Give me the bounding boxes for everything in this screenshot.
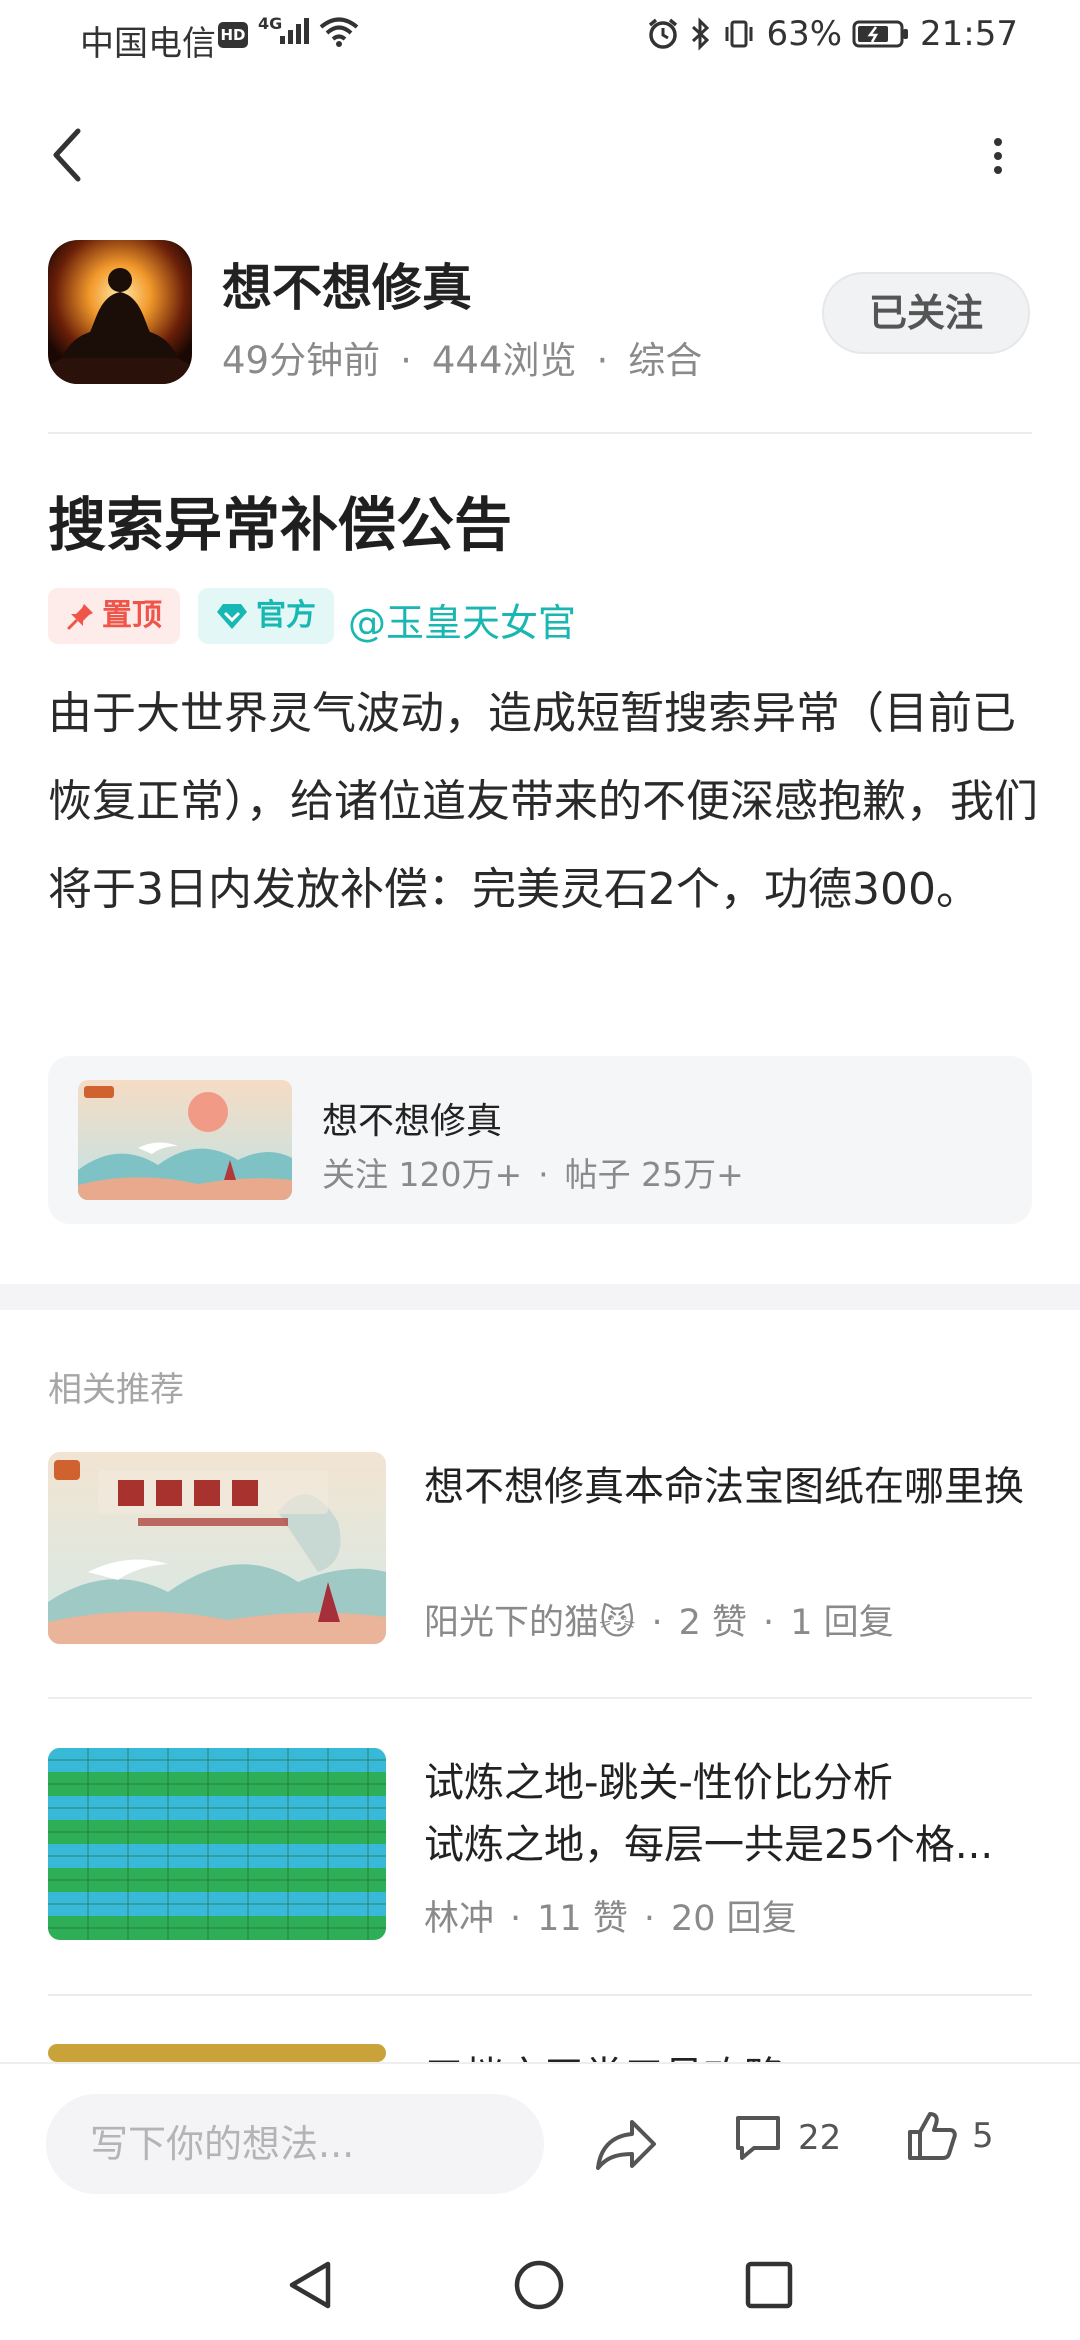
- related-replies: 1 回复: [790, 1603, 894, 1643]
- forum-posts: 帖子 25万+: [564, 1155, 744, 1194]
- meta-separator: ·: [596, 339, 609, 382]
- comment-count: 22: [798, 2118, 842, 2158]
- meta-separator: ·: [763, 1603, 775, 1643]
- related-meta: 林冲 · 11 赞 · 20 回复: [424, 1890, 797, 1941]
- share-icon[interactable]: [594, 2114, 658, 2174]
- pin-icon: [67, 604, 93, 630]
- divider: [48, 432, 1032, 434]
- related-title[interactable]: 想不想修真本命法宝图纸在哪里换: [424, 1456, 1036, 1518]
- like-count: 5: [972, 2116, 994, 2156]
- hd-badge: HD: [218, 22, 248, 48]
- related-snippet: 试炼之地，每层一共是25个格...: [424, 1822, 994, 1868]
- meta-separator: ·: [400, 339, 412, 382]
- battery-percent: 63%: [766, 14, 843, 54]
- diamond-check-icon: [217, 604, 247, 629]
- meditating-figure-icon: [48, 240, 192, 384]
- post-category[interactable]: 综合: [628, 339, 702, 382]
- bottom-action-bar: 22 5: [0, 2062, 1080, 2226]
- bluetooth-icon: [692, 17, 710, 51]
- forum-followers: 关注 120万+: [322, 1155, 523, 1194]
- wifi-icon: [319, 17, 359, 47]
- related-likes: 2 赞: [678, 1603, 748, 1643]
- system-navigation-bar: [0, 2226, 1080, 2340]
- forum-thumbnail: [78, 1080, 292, 1200]
- vibrate-icon: [725, 20, 753, 48]
- related-heading: 相关推荐: [48, 1370, 184, 1410]
- nav-recents-icon[interactable]: [744, 2260, 794, 2310]
- clock: 21:57: [920, 14, 1018, 54]
- related-replies: 20 回复: [670, 1899, 797, 1939]
- post-time: 49分钟前: [222, 339, 381, 382]
- status-bar: 中国电信 HD 4G 63% 21:57: [0, 0, 1080, 76]
- alarm-icon: [649, 18, 678, 49]
- related-likes: 11 赞: [537, 1899, 628, 1939]
- divider: [48, 1697, 1032, 1699]
- related-thumbnail[interactable]: [48, 2044, 386, 2062]
- forum-name: 想不想修真: [322, 1101, 503, 1142]
- related-title-block[interactable]: 试炼之地-跳关-性价比分析 试炼之地，每层一共是25个格...: [424, 1752, 1036, 1876]
- comment-button[interactable]: 22: [732, 2112, 841, 2164]
- post-meta: 49分钟前 · 444浏览 · 综合: [222, 330, 702, 384]
- like-button[interactable]: 5: [906, 2110, 994, 2162]
- post-title: 搜索异常补偿公告: [48, 491, 513, 559]
- related-title[interactable]: 三档充天堂三号攻略: [424, 2046, 1036, 2062]
- related-thumbnail[interactable]: [48, 1452, 386, 1644]
- comment-icon: [736, 2116, 780, 2160]
- back-arrow-icon[interactable]: [46, 125, 86, 185]
- forum-stats: 关注 120万+ · 帖子 25万+: [322, 1148, 744, 1196]
- forum-card[interactable]: 想不想修真 关注 120万+ · 帖子 25万+: [48, 1056, 1032, 1224]
- mention-link[interactable]: @玉皇天女官: [348, 592, 576, 647]
- author-name[interactable]: 想不想修真: [222, 248, 472, 320]
- status-right: 63% 21:57: [646, 14, 1018, 54]
- carrier-label: 中国电信: [80, 24, 216, 64]
- more-options-icon[interactable]: [990, 136, 1006, 176]
- battery-icon: [852, 20, 909, 48]
- post-views: 444浏览: [431, 339, 577, 382]
- related-title: 试炼之地-跳关-性价比分析: [424, 1760, 893, 1806]
- related-author[interactable]: 阳光下的猫😼: [424, 1603, 636, 1643]
- related-author[interactable]: 林冲: [424, 1899, 494, 1939]
- nav-back-icon[interactable]: [286, 2258, 336, 2312]
- official-tag-label: 官方: [256, 598, 316, 633]
- related-meta: 阳光下的猫😼 · 2 赞 · 1 回复: [424, 1594, 894, 1645]
- official-tag: 官方: [198, 588, 334, 644]
- divider: [48, 1994, 1032, 1996]
- related-thumbnail[interactable]: [48, 1748, 386, 1940]
- meta-separator: ·: [651, 1603, 663, 1643]
- section-separator: [0, 1284, 1080, 1310]
- meta-separator: ·: [510, 1899, 522, 1939]
- pinned-tag: 置顶: [48, 588, 180, 644]
- nav-home-icon[interactable]: [512, 2258, 566, 2312]
- author-avatar[interactable]: [48, 240, 192, 384]
- post-content: 由于大世界灵气波动，造成短暂搜索异常（目前已恢复正常），给诸位道友带来的不便深感…: [48, 688, 1038, 915]
- meta-separator: ·: [538, 1155, 549, 1194]
- comment-input[interactable]: [46, 2094, 544, 2194]
- meta-separator: ·: [643, 1899, 655, 1939]
- thumbs-up-icon: [908, 2112, 957, 2160]
- signal-icon: [280, 18, 309, 44]
- pinned-tag-label: 置顶: [102, 598, 162, 633]
- follow-button[interactable]: 已关注: [822, 272, 1030, 354]
